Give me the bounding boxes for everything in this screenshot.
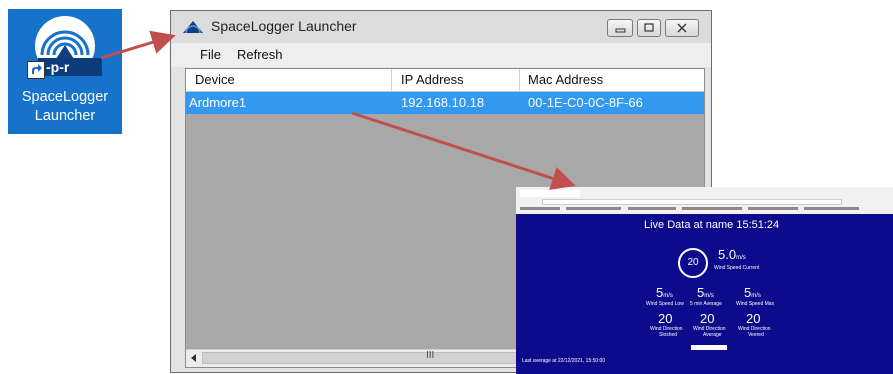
- gauge-value: 20: [687, 257, 699, 268]
- column-header-device[interactable]: Device: [195, 72, 235, 87]
- window-title: SpaceLogger Launcher: [211, 18, 357, 34]
- column-header-row: Device IP Address Mac Address: [186, 69, 704, 92]
- stat-max: 5m/s: [744, 285, 761, 300]
- stat-low-unit: m/s: [663, 293, 673, 299]
- stat-max-label: Wind Speed Max: [736, 301, 775, 307]
- cell-device: Ardmore1: [189, 95, 247, 110]
- app-logo-icon: [183, 21, 203, 33]
- browser-chrome: [516, 187, 893, 214]
- browser-tab: [520, 190, 580, 197]
- wind-direction-gauge: 20: [678, 248, 708, 278]
- scroll-left-icon[interactable]: [189, 353, 199, 363]
- stat-low-label: Wind Speed Low: [646, 301, 684, 307]
- last-average-footer: Last average at 22/12/2021, 15:50:00: [522, 358, 606, 364]
- direction-veered-label2: Veered: [748, 332, 764, 338]
- stat-average: 5m/s: [697, 285, 714, 300]
- scrollbar-thumb[interactable]: [202, 352, 522, 364]
- cell-mac-address: 00-1E-C0-0C-8F-66: [528, 95, 643, 110]
- column-header-ip-address[interactable]: IP Address: [401, 72, 464, 87]
- shortcut-arrow-icon: [27, 61, 45, 79]
- logo-badge: -p-r: [38, 58, 102, 76]
- direction-veered-value: 20: [746, 311, 761, 326]
- browser-address-bar: [542, 199, 842, 205]
- stat-average-unit: m/s: [704, 293, 714, 299]
- direction-sloshed-label2: Sloshed: [659, 332, 678, 338]
- stat-low: 5m/s: [656, 285, 673, 300]
- wind-speed-current: 5.0m/s: [718, 247, 746, 262]
- bookmark-bar-item: [566, 207, 621, 210]
- small-button[interactable]: [691, 345, 727, 350]
- maximize-button[interactable]: [637, 19, 661, 37]
- stat-average-label: 5 min Average: [690, 301, 722, 307]
- direction-average-value: 20: [700, 311, 715, 326]
- bookmark-bar-item: [748, 207, 798, 210]
- menu-bar: File Refresh: [171, 43, 711, 67]
- wind-speed-current-label: Wind Speed Current: [714, 265, 760, 271]
- bookmark-bar-item: [520, 207, 560, 210]
- direction-sloshed-value: 20: [658, 311, 673, 326]
- scroll-grip: III: [426, 350, 435, 361]
- bookmark-bar-item: [682, 207, 742, 210]
- spacelogger-desktop-icon[interactable]: -p-r SpaceLogger Launcher: [8, 9, 122, 134]
- bookmark-bar-item: [804, 207, 859, 210]
- menu-file[interactable]: File: [200, 47, 221, 62]
- wind-speed-value: 5.0: [718, 247, 737, 262]
- cell-ip-address: 192.168.10.18: [401, 95, 485, 110]
- icon-label-line2: Launcher: [34, 108, 96, 124]
- wind-speed-unit: m/s: [736, 255, 746, 261]
- close-button[interactable]: [665, 19, 699, 37]
- minimize-button[interactable]: [607, 19, 633, 37]
- menu-refresh[interactable]: Refresh: [237, 47, 283, 62]
- device-row-ardmore1[interactable]: Ardmore1 192.168.10.18 00-1E-C0-0C-8F-66: [186, 92, 704, 114]
- icon-label-line1: SpaceLogger: [21, 89, 109, 105]
- title-bar[interactable]: SpaceLogger Launcher: [171, 11, 711, 43]
- live-data-title: Live Data at name 15:51:24: [644, 219, 780, 231]
- direction-average-label2: Average: [703, 332, 722, 338]
- column-header-mac-address[interactable]: Mac Address: [528, 72, 603, 87]
- bookmark-bar-item: [628, 207, 676, 210]
- browser-live-data-screenshot: Live Data at name 15:51:24 20 5.0m/s Win…: [516, 187, 893, 374]
- stat-max-unit: m/s: [751, 293, 761, 299]
- logo-badge-text: -p-r: [46, 59, 70, 75]
